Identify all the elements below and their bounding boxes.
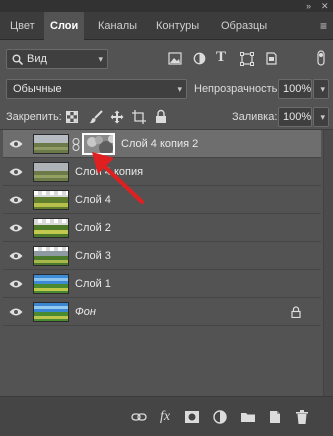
layer-thumbnail bbox=[33, 274, 69, 294]
opacity-value: 100% bbox=[283, 83, 312, 95]
filter-kind-select[interactable]: Вид ▾ bbox=[6, 49, 108, 69]
fill-label: Заливка: bbox=[232, 111, 278, 123]
brush-icon[interactable] bbox=[89, 110, 103, 124]
panel-tabs: Цвет Слои Каналы Контуры Образцы ≡ bbox=[0, 12, 333, 41]
eye-icon[interactable] bbox=[9, 279, 23, 289]
annotation-arrow bbox=[92, 152, 144, 204]
layer-name: Фон bbox=[75, 306, 96, 318]
layer-name: Слой 2 bbox=[75, 222, 111, 234]
layers-panel: Вид ▾ T Обычные ▾ Непрозрачность: 100% ▾… bbox=[0, 40, 333, 436]
layer-thumbnail bbox=[33, 302, 69, 322]
eye-icon[interactable] bbox=[9, 307, 23, 317]
fx-icon[interactable]: fx bbox=[157, 409, 173, 425]
layer-row[interactable]: Слой 4 копия 2 bbox=[3, 130, 321, 158]
adjustment-filter-icon[interactable] bbox=[193, 52, 206, 65]
trash-icon[interactable] bbox=[294, 409, 310, 425]
pixel-filter-icon[interactable] bbox=[168, 52, 182, 65]
layer-thumbnail bbox=[33, 218, 69, 238]
chevron-down-icon: ▾ bbox=[320, 112, 325, 122]
layer-name: Слой 3 bbox=[75, 250, 111, 262]
chevron-down-icon: ▾ bbox=[320, 84, 325, 94]
opacity-dropdown[interactable]: ▾ bbox=[313, 79, 329, 99]
tab-layers[interactable]: Слои bbox=[44, 12, 85, 41]
opacity-input[interactable]: 100% bbox=[278, 79, 312, 99]
type-filter-icon[interactable]: T bbox=[216, 49, 226, 66]
layer-name: Слой 1 bbox=[75, 278, 111, 290]
filter-toggle-icon[interactable] bbox=[315, 50, 327, 66]
layer-row[interactable]: Слой 3 bbox=[3, 242, 321, 270]
add-mask-icon[interactable] bbox=[184, 409, 200, 425]
eye-icon[interactable] bbox=[9, 251, 23, 261]
layer-row[interactable]: Слой 1 bbox=[3, 270, 321, 298]
filter-kind-label: Вид bbox=[27, 53, 47, 65]
eye-icon[interactable] bbox=[9, 167, 23, 177]
opacity-label: Непрозрачность: bbox=[194, 83, 281, 95]
layer-thumbnail bbox=[33, 134, 69, 154]
layer-row[interactable]: Слой 4 копия bbox=[3, 158, 321, 186]
new-adjustment-icon[interactable] bbox=[212, 409, 228, 425]
close-icon[interactable]: ✕ bbox=[321, 0, 329, 12]
layer-row[interactable]: Слой 2 bbox=[3, 214, 321, 242]
layer-thumbnail bbox=[33, 162, 69, 182]
blend-mode-select[interactable]: Обычные ▾ bbox=[6, 79, 187, 99]
chevron-down-icon: ▾ bbox=[177, 84, 182, 94]
eye-icon[interactable] bbox=[9, 139, 23, 149]
blend-mode-value: Обычные bbox=[13, 83, 62, 95]
fill-input[interactable]: 100% bbox=[278, 107, 312, 127]
collapse-icon[interactable]: » bbox=[306, 0, 311, 12]
new-group-icon[interactable] bbox=[240, 409, 256, 425]
search-icon bbox=[12, 54, 23, 65]
layer-thumbnail bbox=[33, 190, 69, 210]
lock-all-icon[interactable] bbox=[155, 109, 167, 124]
fill-dropdown[interactable]: ▾ bbox=[313, 107, 329, 127]
layers-list: Слой 4 копия 2 Слой 4 копия Слой 4 bbox=[3, 130, 321, 400]
lock-transparent-pixels-icon[interactable] bbox=[66, 111, 78, 123]
panel-top-strip: » ✕ bbox=[0, 0, 333, 12]
layers-bottom-toolbar: fx bbox=[0, 396, 333, 436]
layer-row[interactable]: Слой 4 bbox=[3, 186, 321, 214]
new-layer-icon[interactable] bbox=[267, 409, 283, 425]
tab-color[interactable]: Цвет bbox=[4, 12, 41, 40]
lock-label: Закрепить: bbox=[6, 111, 62, 123]
artboard-lock-icon[interactable] bbox=[132, 110, 146, 124]
tab-swatches[interactable]: Образцы bbox=[215, 12, 273, 40]
fill-value: 100% bbox=[283, 111, 312, 123]
filter-row: Вид ▾ T bbox=[0, 48, 333, 70]
tab-channels[interactable]: Каналы bbox=[92, 12, 143, 40]
tab-paths[interactable]: Контуры bbox=[150, 12, 205, 40]
eye-icon[interactable] bbox=[9, 223, 23, 233]
blend-row: Обычные ▾ Непрозрачность: 100% ▾ bbox=[0, 78, 333, 100]
panel-menu-icon[interactable]: ≡ bbox=[320, 12, 327, 40]
smart-object-filter-icon[interactable] bbox=[265, 52, 278, 65]
scrollbar[interactable] bbox=[323, 130, 333, 436]
chevron-down-icon: ▾ bbox=[98, 54, 103, 64]
eye-icon[interactable] bbox=[9, 195, 23, 205]
layer-thumbnail bbox=[33, 246, 69, 266]
link-layers-icon[interactable] bbox=[131, 409, 147, 425]
layer-row[interactable]: Фон bbox=[3, 298, 321, 326]
shape-filter-icon[interactable] bbox=[240, 52, 254, 66]
link-icon[interactable] bbox=[72, 138, 80, 151]
move-icon[interactable] bbox=[110, 110, 124, 124]
lock-icon bbox=[291, 306, 301, 318]
lock-row: Закрепить: Заливка: 100% ▾ bbox=[0, 106, 333, 128]
